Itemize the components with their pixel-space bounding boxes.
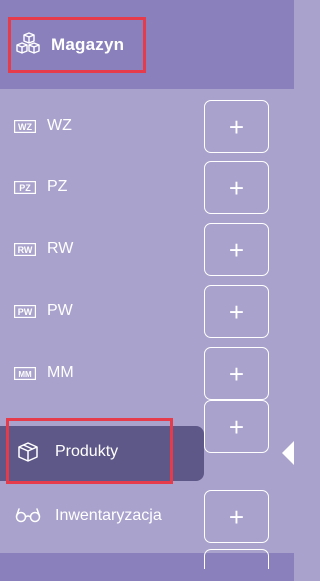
nav-label-wz: WZ [47,117,72,134]
svg-text:PZ: PZ [19,183,31,193]
add-pz-button[interactable]: + [204,161,269,214]
svg-text:WZ: WZ [18,122,32,132]
mm-doc-icon: MM [14,367,36,380]
module-header: Magazyn [0,0,294,89]
nav-label-rw: RW [47,240,74,257]
nav-label-inwentaryzacja: Inwentaryzacja [55,507,162,524]
glasses-icon [15,508,41,523]
active-highlight-outline [6,418,173,484]
add-pw-button[interactable]: + [204,285,269,338]
magazyn-label: Magazyn [51,35,125,54]
boxes-icon [16,32,40,54]
nav-label-mm: MM [47,364,74,381]
nav-label-pw: PW [47,302,73,319]
pw-doc-icon: PW [14,305,36,318]
svg-text:RW: RW [18,245,33,255]
add-wz-button[interactable]: + [204,100,269,153]
wz-doc-icon: WZ [14,120,36,133]
pz-doc-icon: PZ [14,181,36,194]
add-produkty-button[interactable]: + [204,400,269,453]
magazyn-nav-item[interactable]: Magazyn [8,17,146,73]
rw-doc-icon: RW [14,243,36,256]
add-inwentaryzacja-button[interactable]: + [204,490,269,543]
svg-text:MM: MM [18,370,32,379]
svg-text:PW: PW [18,307,33,317]
add-mm-button[interactable]: + [204,347,269,400]
add-next-button-partial[interactable] [204,549,269,569]
add-rw-button[interactable]: + [204,223,269,276]
active-pointer-arrow [282,441,294,465]
nav-label-pz: PZ [47,178,68,195]
